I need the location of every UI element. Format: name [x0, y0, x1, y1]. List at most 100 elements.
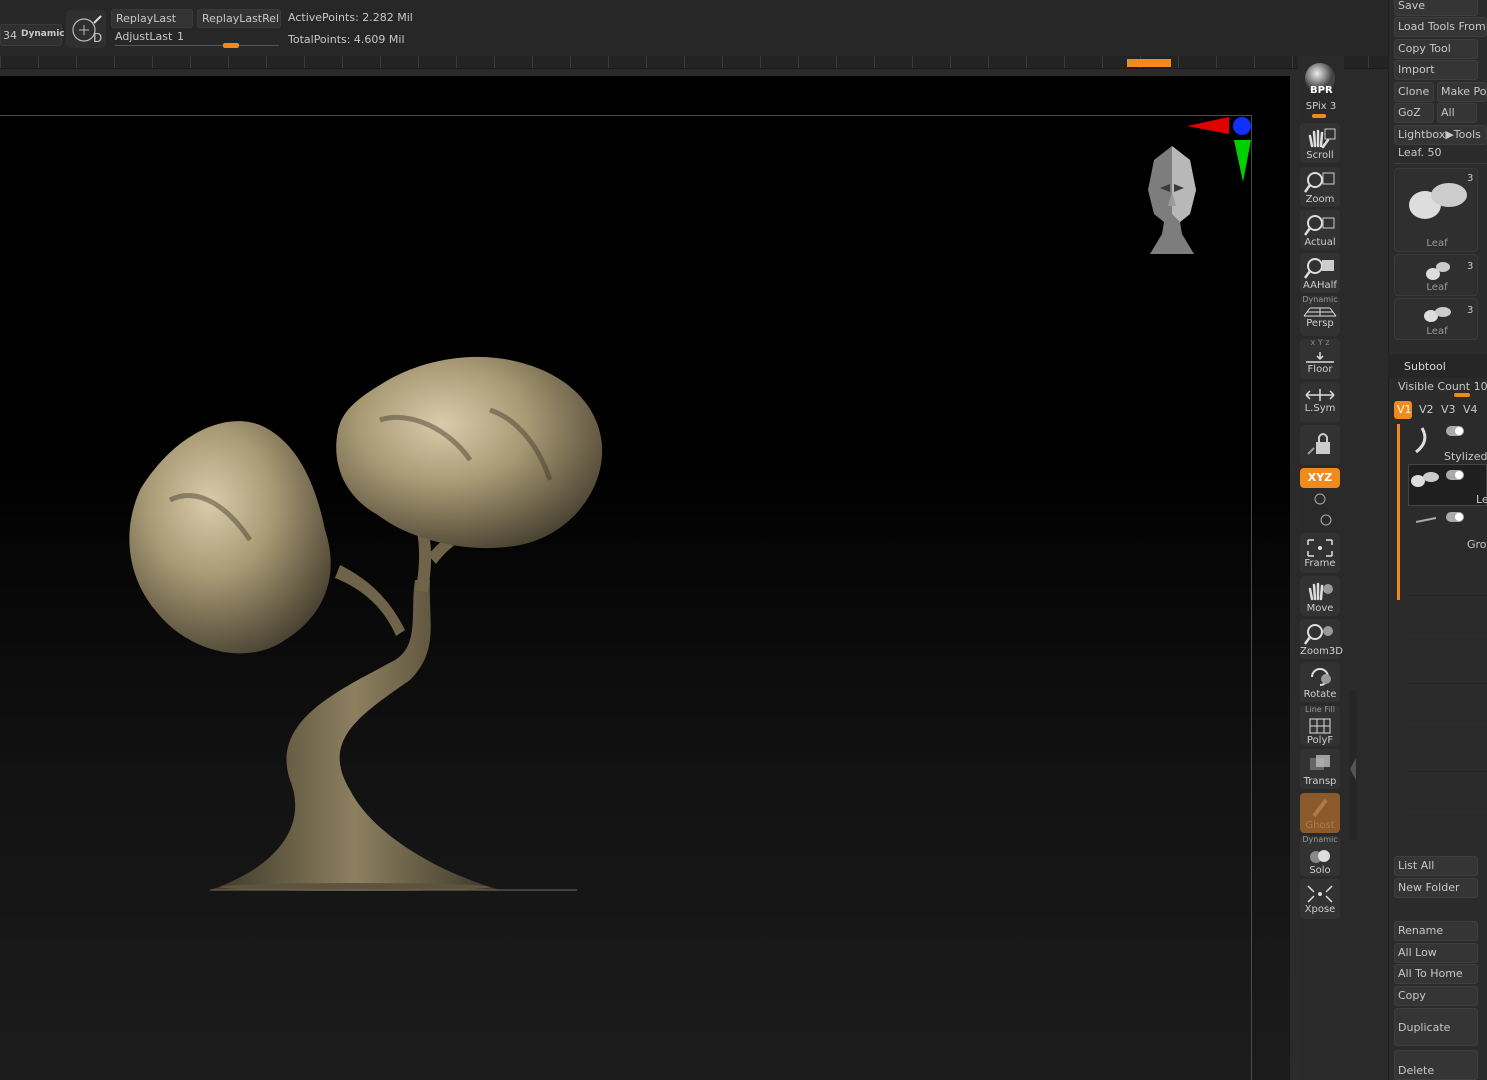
- aahalf-icon: [1304, 258, 1334, 279]
- timeline-ruler[interactable]: [0, 56, 1390, 69]
- hand-icon: [1308, 128, 1336, 149]
- zoom3d-button[interactable]: Zoom3D: [1300, 619, 1343, 659]
- lock-icon: [1307, 433, 1330, 455]
- xpose-button[interactable]: Xpose: [1300, 879, 1340, 919]
- adjust-last-track: [115, 45, 279, 46]
- subtool-row-ground[interactable]: Gro: [1408, 508, 1487, 551]
- axis-y-icon: [1234, 140, 1251, 182]
- spix-label: SPix 3: [1305, 101, 1337, 112]
- brush-size-value: 34: [3, 29, 17, 42]
- thumb-label: Leaf: [1426, 238, 1448, 249]
- actual-label: Actual: [1304, 237, 1336, 248]
- xyz-button[interactable]: XYZ: [1300, 468, 1340, 488]
- tree-branch-left: [335, 565, 405, 636]
- ghost-button[interactable]: Ghost: [1300, 793, 1340, 833]
- visibility-toggle[interactable]: [1446, 470, 1464, 480]
- polyf-label: PolyF: [1306, 735, 1334, 746]
- visibility-toggle[interactable]: [1446, 512, 1464, 522]
- total-points-readout: TotalPoints: 4.609 Mil: [288, 33, 405, 46]
- new-folder-button[interactable]: New Folder: [1394, 878, 1478, 898]
- timeline-marker[interactable]: [1127, 59, 1171, 67]
- tree-model[interactable]: [110, 350, 620, 900]
- zoom3d-icon: [1304, 624, 1333, 645]
- solo-button[interactable]: Dynamic Solo: [1300, 836, 1340, 876]
- tool-thumb-leaf-large[interactable]: 3 Leaf: [1394, 168, 1478, 252]
- import-button[interactable]: Import: [1394, 60, 1478, 80]
- lsym-label: L.Sym: [1304, 403, 1336, 414]
- visibility-toggle[interactable]: [1446, 426, 1464, 436]
- floor-button[interactable]: x Y z Floor: [1300, 339, 1340, 379]
- transparency-icon: [1310, 755, 1330, 770]
- duplicate-button[interactable]: Duplicate: [1394, 1008, 1478, 1046]
- rotate-icon: [1311, 668, 1331, 686]
- tool-thumb-leaf-2[interactable]: 3 Leaf: [1394, 254, 1478, 296]
- save-button[interactable]: Save: [1394, 0, 1478, 16]
- actual-button[interactable]: Actual: [1300, 210, 1340, 250]
- spix-knob: [1312, 114, 1326, 118]
- tab-v2[interactable]: V2: [1419, 403, 1434, 416]
- aahalf-button[interactable]: AAHalf: [1300, 253, 1340, 293]
- subtool-name: Stylized: [1444, 450, 1487, 463]
- frame-button[interactable]: Frame: [1300, 533, 1340, 573]
- goz-all-button[interactable]: All: [1437, 103, 1477, 123]
- leaf-thumb-icon: [1424, 307, 1451, 322]
- transp-button[interactable]: Transp: [1300, 749, 1340, 789]
- lsym-button[interactable]: L.Sym: [1300, 382, 1340, 422]
- bpr-label: BPR: [1310, 85, 1333, 96]
- leaf-slider[interactable]: Leaf. 50: [1394, 144, 1487, 164]
- persp-top-label: Dynamic: [1302, 295, 1338, 304]
- adjust-last-slider[interactable]: AdjustLast 1: [111, 30, 281, 50]
- tab-v1[interactable]: V1: [1394, 401, 1412, 419]
- subtool-row-stylized[interactable]: Stylized: [1408, 420, 1487, 463]
- spix-slider[interactable]: SPix 3: [1302, 101, 1340, 121]
- tab-v3[interactable]: V3: [1441, 403, 1456, 416]
- leaf-thumb-icon: [1411, 472, 1439, 487]
- polyf-button[interactable]: Line Fill PolyF: [1300, 706, 1340, 746]
- dynamic-label: Dynamic: [21, 29, 65, 39]
- xpose-label: Xpose: [1304, 904, 1336, 915]
- scroll-label: Scroll: [1306, 150, 1334, 161]
- tool-thumb-leaf-3[interactable]: 3 Leaf: [1394, 298, 1478, 340]
- scroll-button[interactable]: Scroll: [1300, 123, 1340, 163]
- replay-last-rel-button[interactable]: ReplayLastRel: [197, 9, 281, 28]
- lock-camera-button[interactable]: [1300, 425, 1340, 465]
- move-button[interactable]: Move: [1300, 576, 1340, 616]
- axis-gizmo[interactable]: [1185, 112, 1257, 188]
- all-to-home-button[interactable]: All To Home: [1394, 964, 1478, 984]
- replay-last-button[interactable]: ReplayLast: [111, 9, 193, 28]
- tab-v4[interactable]: V4: [1463, 403, 1478, 416]
- goz-button[interactable]: GoZ: [1394, 103, 1434, 123]
- persp-button[interactable]: Dynamic Persp: [1300, 296, 1340, 336]
- subtool-row-leaf-selected[interactable]: Le: [1408, 464, 1487, 506]
- copy-button[interactable]: Copy: [1394, 986, 1478, 1006]
- subtool-empty-slots: [1408, 552, 1487, 852]
- lightbox-tools-button[interactable]: Lightbox▶Tools: [1394, 125, 1487, 145]
- subtool-header[interactable]: Subtool: [1388, 354, 1487, 378]
- foliage-right: [336, 356, 603, 549]
- make-polymesh-button[interactable]: Make Po: [1437, 82, 1487, 102]
- copy-tool-button[interactable]: Copy Tool: [1394, 39, 1478, 59]
- adjust-last-knob[interactable]: [223, 43, 239, 48]
- visible-count-slider[interactable]: Visible Count 10: [1394, 378, 1487, 398]
- load-tools-button[interactable]: Load Tools From: [1394, 17, 1487, 37]
- zoom-button[interactable]: Zoom: [1300, 167, 1340, 207]
- zoom-label: Zoom: [1305, 194, 1335, 205]
- all-low-button[interactable]: All Low: [1394, 943, 1478, 963]
- list-all-button[interactable]: List All: [1394, 856, 1478, 876]
- picker-letter: D: [93, 31, 103, 45]
- subtool-name: Le: [1476, 493, 1487, 506]
- rotate-button[interactable]: Rotate: [1300, 662, 1340, 702]
- bpr-button[interactable]: BPR: [1300, 58, 1340, 100]
- brush-size-slider[interactable]: 34 Dynamic: [0, 24, 65, 46]
- subtool-name: Gro: [1467, 538, 1487, 551]
- clone-button[interactable]: Clone: [1394, 82, 1434, 102]
- picker-button[interactable]: D: [66, 10, 106, 48]
- rotate-axis-toggles[interactable]: [1308, 490, 1334, 528]
- collapse-tray-icon[interactable]: [1348, 756, 1358, 782]
- thumb-label: Leaf: [1426, 282, 1448, 293]
- subtool-scrollbar[interactable]: [1397, 424, 1400, 600]
- zoom3d-label: Zoom3D: [1300, 646, 1343, 657]
- rename-button[interactable]: Rename: [1394, 921, 1478, 941]
- delete-button[interactable]: Delete: [1394, 1050, 1478, 1080]
- aahalf-label: AAHalf: [1303, 280, 1337, 291]
